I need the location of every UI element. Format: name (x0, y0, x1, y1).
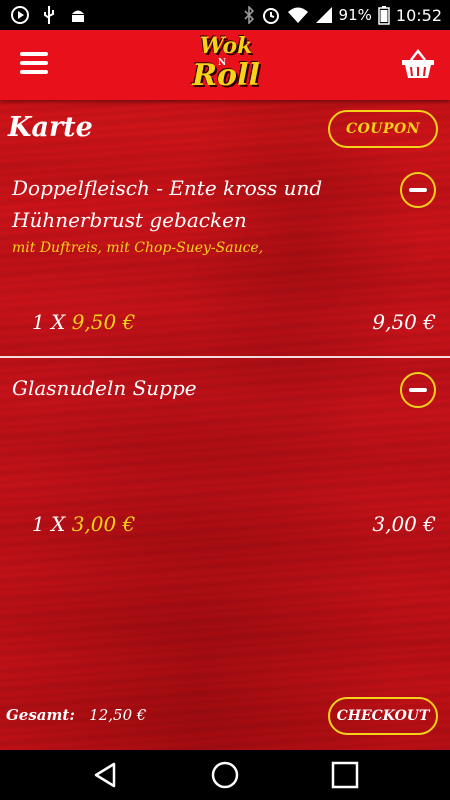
coupon-button[interactable]: COUPON (328, 110, 438, 148)
item-quantity: 1 X (32, 512, 66, 536)
item-name: Doppelfleisch - Ente kross und Hühnerbru… (12, 176, 323, 232)
play-icon (11, 6, 29, 24)
remove-item-button[interactable] (400, 372, 436, 408)
item-unit-price: 9,50 € (71, 310, 136, 334)
recents-button[interactable] (328, 758, 362, 792)
logo-text-mid: N (218, 58, 227, 68)
logo-text-top: Wok (199, 33, 253, 59)
item-quantity-line: 1 X 3,00 € (32, 512, 135, 536)
battery-icon (378, 6, 390, 25)
signal-icon (315, 7, 332, 23)
item-description: mit Duftreis, mit Chop-Suey-Sauce, (12, 240, 264, 256)
back-triangle-icon (94, 762, 116, 788)
recents-square-icon (331, 761, 359, 789)
cart-panel: Karte COUPON Doppelfleisch - Ente kross … (0, 100, 450, 750)
remove-item-button[interactable] (400, 172, 436, 208)
home-circle-icon (211, 761, 239, 789)
item-divider (0, 356, 450, 358)
hamburger-icon (20, 52, 48, 56)
item-quantity: 1 X (32, 310, 66, 334)
system-nav-bar (0, 750, 450, 800)
android-icon (72, 10, 84, 22)
wok-n-roll-logo: Wok N Roll (188, 34, 264, 96)
item-unit-price: 3,00 € (71, 512, 136, 536)
app-bar: Wok N Roll (0, 30, 450, 100)
item-quantity-line: 1 X 9,50 € (32, 310, 135, 334)
hamburger-line (20, 70, 48, 74)
total-label: Gesamt: (6, 706, 75, 724)
basket-icon (402, 48, 434, 78)
hamburger-line (20, 61, 48, 65)
total-value: 12,50 € (89, 706, 147, 724)
order-total: Gesamt: 12,50 € (6, 706, 146, 724)
alarm-icon (262, 8, 279, 24)
status-bar: 91% 10:52 (0, 0, 450, 30)
bluetooth-icon (243, 6, 254, 24)
cart-button[interactable] (400, 48, 436, 80)
usb-icon (44, 6, 54, 24)
item-line-total: 9,50 € (372, 310, 436, 334)
item-line-total: 3,00 € (372, 512, 436, 536)
item-name: Glasnudeln Suppe (12, 376, 197, 400)
back-button[interactable] (88, 758, 122, 792)
home-button[interactable] (208, 758, 242, 792)
wifi-icon (287, 7, 308, 23)
checkout-button[interactable]: CHECKOUT (328, 697, 438, 735)
menu-button[interactable] (20, 52, 48, 76)
page-title: Karte (8, 112, 93, 143)
clock: 10:52 (395, 5, 442, 25)
battery-percent: 91% (338, 6, 372, 24)
